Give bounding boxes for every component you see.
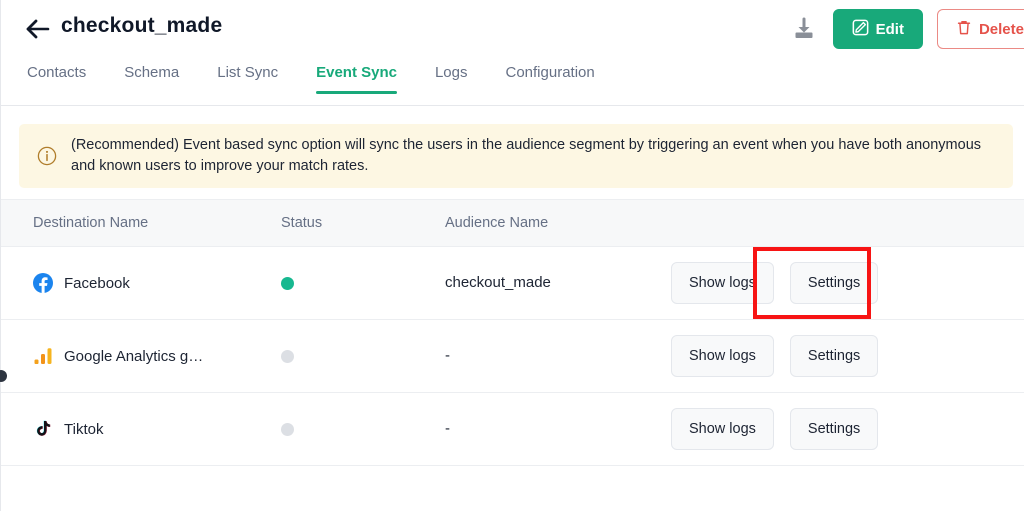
audience-name: - — [445, 347, 450, 364]
tab-contacts[interactable]: Contacts — [27, 64, 86, 94]
delete-button-label: Delete — [978, 20, 1024, 38]
destination-name: Tiktok — [64, 420, 104, 438]
destinations-table: Destination Name Status Audience Name Fa… — [1, 199, 1024, 466]
edit-button[interactable]: Edit — [832, 9, 923, 49]
column-header-audience-name: Audience Name — [445, 215, 549, 231]
header-actions: Edit Delete — [789, 9, 1024, 49]
trash-icon — [956, 19, 972, 40]
tab-schema[interactable]: Schema — [124, 64, 179, 94]
table-row: Tiktok - Show logs Settings — [1, 393, 1024, 466]
status-badge — [281, 349, 294, 363]
page-title: checkout_made — [61, 14, 223, 37]
destination-name: Facebook — [64, 274, 130, 292]
table-header-row: Destination Name Status Audience Name — [1, 199, 1024, 247]
edit-button-label: Edit — [875, 20, 904, 38]
column-header-destination-name: Destination Name — [33, 215, 149, 231]
event-sync-page: checkout_made Edit Delete Contacts Schem… — [0, 0, 1024, 511]
recommendation-banner: (Recommended) Event based sync option wi… — [19, 124, 1013, 188]
destination-name: Google Analytics g… — [64, 347, 204, 365]
settings-button[interactable]: Settings — [789, 262, 879, 304]
settings-button[interactable]: Settings — [789, 408, 879, 450]
table-row: Facebook checkout_made Show logs Setting… — [1, 247, 1024, 320]
audience-name: checkout_made — [445, 274, 551, 291]
status-badge — [281, 422, 294, 436]
tab-logs[interactable]: Logs — [435, 64, 468, 94]
info-circle-icon — [37, 146, 57, 166]
arrow-left-icon[interactable] — [25, 17, 51, 41]
edit-pencil-icon — [852, 19, 869, 40]
tab-event-sync[interactable]: Event Sync — [316, 64, 397, 94]
column-header-status: Status — [281, 215, 323, 231]
tiktok-icon — [33, 419, 53, 439]
facebook-icon — [33, 273, 53, 293]
status-badge — [281, 276, 294, 290]
delete-button[interactable]: Delete — [936, 9, 1024, 49]
banner-text: (Recommended) Event based sync option wi… — [71, 137, 982, 174]
page-header: checkout_made Edit Delete — [1, 0, 1024, 58]
audience-name: - — [445, 420, 450, 437]
show-logs-button[interactable]: Show logs — [671, 408, 774, 450]
tab-list-sync[interactable]: List Sync — [217, 64, 278, 94]
google-analytics-icon — [33, 346, 53, 366]
download-icon[interactable] — [789, 14, 819, 44]
settings-button[interactable]: Settings — [789, 335, 879, 377]
show-logs-button[interactable]: Show logs — [671, 262, 774, 304]
show-logs-button[interactable]: Show logs — [671, 335, 774, 377]
table-row: Google Analytics g… - Show logs Settings — [1, 320, 1024, 393]
tab-bar: Contacts Schema List Sync Event Sync Log… — [1, 64, 1024, 106]
tab-configuration[interactable]: Configuration — [506, 64, 595, 94]
